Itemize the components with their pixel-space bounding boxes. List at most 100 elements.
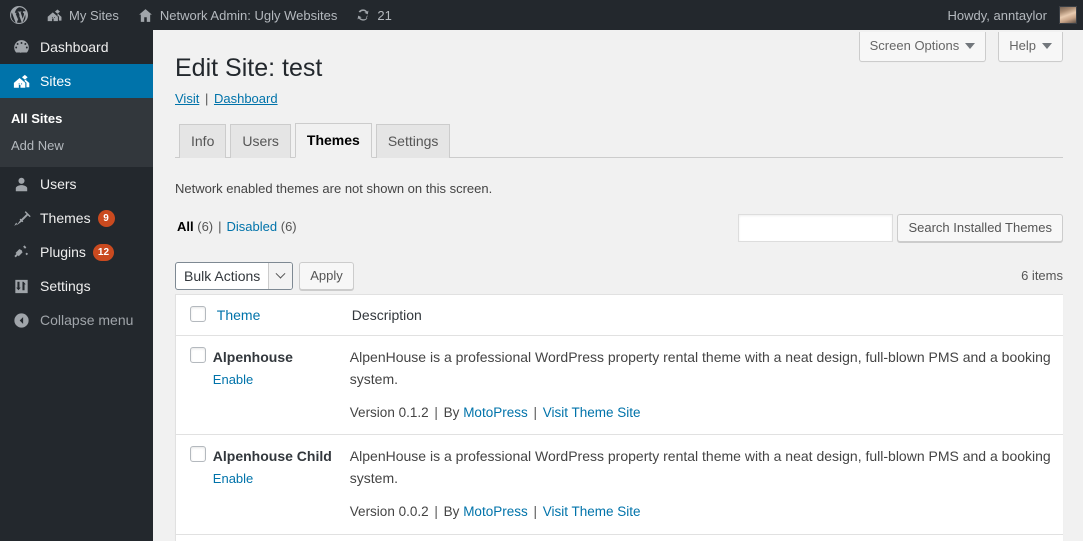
filter-divider: | [218,219,222,234]
updates-count: 21 [377,7,392,23]
plugins-update-badge: 12 [92,243,115,261]
theme-by-label: By [443,404,460,420]
updates-menu[interactable]: 21 [346,0,400,30]
multisite-icon [46,7,63,24]
meta-separator: | [434,503,438,519]
main-content: Screen Options Help Edit Site: test Visi… [153,30,1083,541]
row-checkbox-cell [176,336,207,434]
screen-meta-links: Screen Options Help [858,32,1063,62]
search-box: Search Installed Themes [738,214,1063,242]
theme-author-link[interactable]: MotoPress [463,405,528,420]
wordpress-logo-menu[interactable] [0,0,37,30]
caret-down-icon [965,42,976,49]
visit-site-link[interactable]: Visit [175,91,199,106]
sidebar-item-sites[interactable]: Sites [0,64,161,98]
column-header-description: Description [341,295,1063,337]
screen-options-button[interactable]: Screen Options [858,32,987,62]
network-admin-menu[interactable]: Network Admin: Ugly Websites [128,0,347,30]
theme-version: Version 0.1.2 [349,404,429,420]
meta-separator: | [533,404,537,420]
collapse-menu-label: Collapse menu [40,312,134,328]
settings-icon [11,276,31,296]
enable-theme-link[interactable]: Enable [213,471,253,486]
dashboard-icon [11,37,31,57]
select-all-checkbox[interactable] [190,306,206,322]
admin-bar: My Sites Network Admin: Ugly Websites 21… [0,0,1083,30]
sidebar-submenu-sites: All Sites Add New [0,98,153,167]
meta-separator: | [533,503,537,519]
sidebar-item-themes[interactable]: Themes 9 [0,201,153,235]
bulk-actions-select[interactable]: Bulk Actions [175,262,294,290]
sidebar-item-users[interactable]: Users [0,167,153,201]
sidebar-submenu-item-all-sites[interactable]: All Sites [0,105,153,132]
row-description-cell: AlpenHouse is a professional WordPress p… [342,336,1063,434]
sidebar-item-label: Sites [40,73,72,89]
themes-update-badge: 9 [97,209,115,227]
caret-down-icon [1042,42,1052,49]
search-input[interactable] [738,214,894,242]
meta-separator: | [434,404,438,420]
plugins-icon [11,242,31,262]
search-installed-themes-button[interactable]: Search Installed Themes [897,214,1063,242]
tab-info[interactable]: Info [179,123,227,158]
row-select-checkbox[interactable] [190,446,206,463]
my-account-menu[interactable]: Howdy, anntaylor [939,0,1083,30]
table-row: Alpenhouse Enable AlpenHouse is a profes… [176,336,1063,434]
row-actions: Enable [213,467,332,489]
row-theme-cell: Campterra Enable [206,533,342,541]
my-sites-label: My Sites [69,7,119,23]
theme-description: AlpenHouse is a professional WordPress p… [349,448,1051,487]
current-menu-arrow-icon [153,73,161,89]
theme-name: Alpenhouse [212,349,293,366]
help-button[interactable]: Help [998,32,1063,62]
filter-link-all[interactable]: All [177,219,194,234]
filter-count-all: (6) [197,219,214,234]
themes-icon [11,208,31,228]
filter-item-disabled: Disabled (6) [227,214,297,240]
row-theme-cell: Alpenhouse Child Enable [206,434,342,533]
sidebar-item-label: Settings [40,278,91,294]
apply-button[interactable]: Apply [299,262,354,290]
visit-theme-site-link[interactable]: Visit Theme Site [543,405,641,420]
enable-theme-link[interactable]: Enable [213,372,253,387]
sidebar-item-dashboard[interactable]: Dashboard [0,30,153,64]
site-dashboard-link[interactable]: Dashboard [214,91,278,106]
howdy-label: Howdy, anntaylor [947,7,1047,23]
theme-name: Alpenhouse Child [212,448,332,465]
sidebar-submenu-item-add-new[interactable]: Add New [0,132,153,159]
column-header-theme-link[interactable]: Theme [217,307,261,323]
filter-count-disabled: (6) [280,219,297,234]
row-checkbox-cell [176,434,207,533]
theme-author-link[interactable]: MotoPress [463,504,528,519]
collapse-menu-button[interactable]: Collapse menu [0,303,153,337]
themes-table-body: Alpenhouse Enable AlpenHouse is a profes… [176,336,1063,541]
sidebar-item-plugins[interactable]: Plugins 12 [0,235,153,269]
tab-bar: Info Users Themes Settings [175,122,1063,158]
theme-meta: Version 0.1.2 | By MotoPress | Visit The… [350,403,1053,424]
site-quick-links: Visit | Dashboard [175,91,1063,110]
theme-by-label: By [443,503,460,519]
table-nav-top: Bulk Actions Apply 6 items [175,262,1063,294]
bulk-actions-value: Bulk Actions [184,268,261,284]
tab-themes[interactable]: Themes [294,122,372,158]
table-header-row: Theme Description [176,295,1063,337]
filter-link-disabled[interactable]: Disabled [227,219,278,234]
visit-theme-site-link[interactable]: Visit Theme Site [543,504,641,519]
tab-users[interactable]: Users [230,123,291,158]
row-select-checkbox[interactable] [190,347,206,364]
sidebar-item-settings[interactable]: Settings [0,269,153,303]
column-header-theme: Theme [206,295,342,337]
row-theme-cell: Alpenhouse Enable [207,336,342,434]
tab-settings[interactable]: Settings [375,123,451,158]
admin-sidebar-menu: Dashboard Sites All Sites Add New Users … [0,30,161,541]
my-sites-menu[interactable]: My Sites [37,0,128,30]
chevron-down-icon [268,263,293,289]
themes-table: Theme Description Alpenhouse Enable Alpe… [175,294,1063,541]
bulk-actions-group: Bulk Actions Apply [175,262,1063,290]
content-wrap: Screen Options Help Edit Site: test Visi… [153,30,1083,541]
help-label: Help [1009,38,1036,53]
themes-table-head: Theme Description [176,295,1063,337]
wordpress-logo-icon [9,5,29,25]
network-themes-notice: Network enabled themes are not shown on … [175,180,493,196]
table-row: Alpenhouse Child Enable AlpenHouse is a … [176,434,1063,533]
